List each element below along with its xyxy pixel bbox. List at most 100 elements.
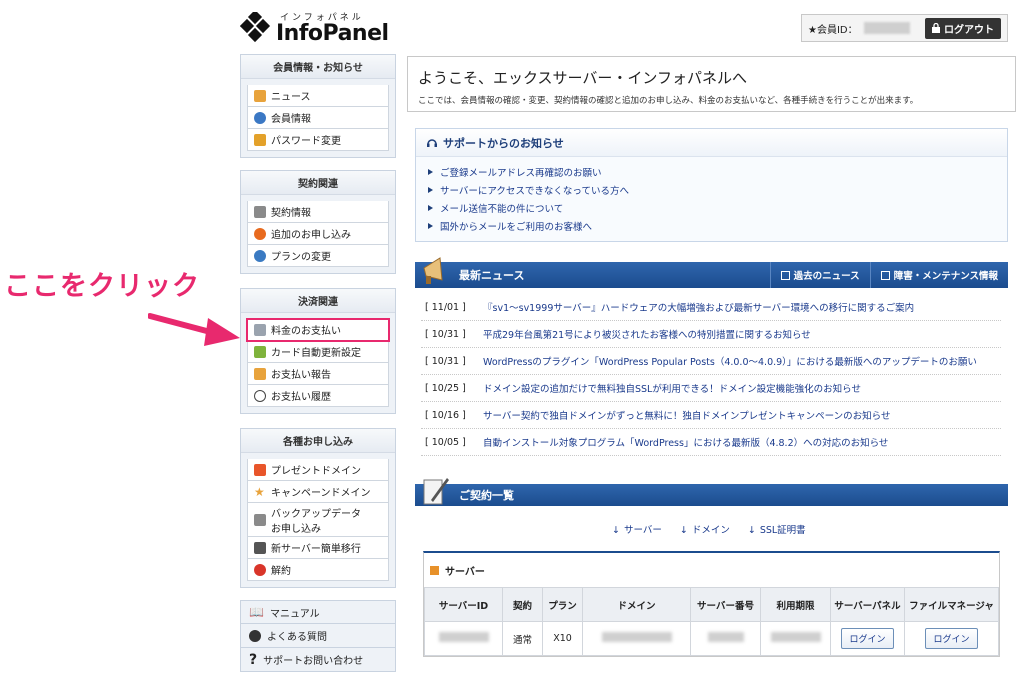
sidebar-group-title: 各種お申し込み bbox=[241, 429, 395, 453]
sidebar-item-manual[interactable]: 📖 マニュアル bbox=[240, 600, 396, 624]
anchor-link[interactable]: SSL証明書 bbox=[760, 525, 806, 536]
welcome-panel: ようこそ、エックスサーバー・インフォパネルへ ここでは、会員情報の確認・変更、契… bbox=[407, 56, 1016, 112]
server-contract-box: サーバー サーバーID 契約 プラン ドメイン サーバー番号 利用期限 サーバー… bbox=[423, 551, 1000, 657]
sidebar-item-campaign-domain[interactable]: ★ キャンペーンドメイン bbox=[247, 481, 389, 503]
anchor-ssl[interactable]: ↓ SSL証明書 bbox=[748, 522, 806, 536]
sidebar-bottom-links: 📖 マニュアル よくある質問 ? サポートお問い合わせ bbox=[240, 600, 396, 672]
cancel-circle-icon bbox=[254, 563, 266, 576]
news-row: [ 10/16 ] サーバー契約で独自ドメインがずっと無料に！独自ドメインプレゼン… bbox=[421, 402, 1001, 429]
sidebar-item-payment-history[interactable]: お支払い履歴 bbox=[247, 385, 389, 407]
sidebar-item-label: バックアップデータ お申し込み bbox=[271, 508, 361, 535]
column-header: 契約 bbox=[502, 587, 543, 622]
expiry-cell bbox=[760, 621, 831, 656]
sidebar-item-label: サポートお問い合わせ bbox=[263, 656, 364, 667]
book-icon: 📖 bbox=[249, 605, 264, 619]
support-title: サポートからのお知らせ bbox=[443, 136, 564, 150]
sidebar-item-label: キャンペーンドメイン bbox=[271, 488, 371, 499]
maintenance-info-link[interactable]: 障害・メンテナンス情報 bbox=[869, 262, 1008, 288]
sidebar-item-backup-order[interactable]: バックアップデータ お申し込み bbox=[247, 503, 389, 537]
news-date: [ 10/31 ] bbox=[425, 355, 466, 367]
sidebar-item-label: 料金のお支払い bbox=[271, 326, 341, 337]
news-header-bar: 最新ニュース 過去のニュース 障害・メンテナンス情報 bbox=[415, 262, 1008, 288]
server-title-text: サーバー bbox=[445, 566, 485, 578]
sidebar-item-plan-change[interactable]: プランの変更 bbox=[247, 245, 389, 267]
news-date: [ 11/01 ] bbox=[425, 301, 466, 313]
column-header: サーバーID bbox=[424, 587, 503, 622]
logo-mark-icon bbox=[240, 12, 271, 43]
sidebar-group-title: 会員情報・お知らせ bbox=[241, 55, 395, 79]
news-link[interactable]: 自動インストール対象プログラム「WordPress」における最新版（4.8.2）… bbox=[483, 435, 888, 449]
sidebar-item-cancel[interactable]: 解約 bbox=[247, 559, 389, 581]
sidebar-item-card-auto-renew[interactable]: カード自動更新設定 bbox=[247, 341, 389, 363]
support-link[interactable]: メール送信不能の件について bbox=[440, 201, 563, 215]
news-row: [ 11/01 ] 『sv1～sv1999サーバー』ハードウェアの大幅増強および最… bbox=[421, 294, 1001, 321]
sidebar-item-support-contact[interactable]: ? サポートお問い合わせ bbox=[240, 648, 396, 672]
news-link[interactable]: WordPressのプラグイン「WordPress Popular Posts（… bbox=[483, 354, 977, 368]
headset-icon bbox=[427, 138, 437, 147]
square-bullet-icon bbox=[430, 565, 439, 575]
sidebar-item-news[interactable]: ニュース bbox=[247, 85, 389, 107]
support-link[interactable]: ご登録メールアドレス再確認のお願い bbox=[440, 165, 602, 179]
column-header: サーバーパネル bbox=[830, 587, 905, 622]
refresh-icon bbox=[254, 249, 266, 262]
question-mark-icon: ? bbox=[249, 651, 258, 668]
column-header: サーバー番号 bbox=[690, 587, 761, 622]
support-link[interactable]: サーバーにアクセスできなくなっている方へ bbox=[440, 183, 629, 197]
gift-icon bbox=[254, 463, 266, 476]
window-icon bbox=[780, 270, 790, 280]
news-list: [ 11/01 ] 『sv1～sv1999サーバー』ハードウェアの大幅増強および最… bbox=[421, 294, 1001, 456]
logo-name: InfoPanel bbox=[276, 21, 389, 46]
sidebar-item-payment-report[interactable]: お支払い報告 bbox=[247, 363, 389, 385]
logout-button[interactable]: ログアウト bbox=[925, 17, 1001, 39]
lock-icon bbox=[932, 23, 940, 33]
anchor-link[interactable]: ドメイン bbox=[692, 525, 730, 536]
sidebar-group-payment: 決済関連 料金のお支払い カード自動更新設定 お支払い報告 お支払い履歴 bbox=[240, 288, 396, 414]
server-move-icon bbox=[254, 541, 266, 554]
sidebar-item-label: 追加のお申し込み bbox=[271, 230, 351, 241]
news-link[interactable]: 『sv1～sv1999サーバー』ハードウェアの大幅増強および最新サーバー環境への… bbox=[483, 300, 914, 314]
sidebar-item-label: よくある質問 bbox=[267, 632, 327, 643]
domain-cell bbox=[582, 621, 691, 656]
sidebar-item-member-info[interactable]: 会員情報 bbox=[247, 107, 389, 129]
anchor-domain[interactable]: ↓ ドメイン bbox=[680, 522, 730, 536]
triangle-bullet-icon bbox=[428, 205, 433, 211]
plus-circle-icon bbox=[254, 227, 266, 240]
sidebar-item-pay-fees[interactable]: 料金のお支払い bbox=[246, 318, 390, 342]
support-link[interactable]: 国外からメールをご利用のお客様へ bbox=[440, 219, 592, 233]
sidebar-item-label: マニュアル bbox=[269, 608, 320, 620]
infopanel-logo[interactable]: インフォパネル InfoPanel bbox=[240, 8, 390, 48]
file-manager-login-button[interactable]: ログイン bbox=[925, 628, 978, 649]
triangle-bullet-icon bbox=[428, 187, 433, 193]
contract-header-bar: ご契約一覧 bbox=[415, 484, 1008, 506]
column-header: ドメイン bbox=[582, 587, 691, 622]
sidebar-item-present-domain[interactable]: プレゼントドメイン bbox=[247, 459, 389, 481]
sidebar-item-faq[interactable]: よくある質問 bbox=[240, 624, 396, 648]
sidebar-item-server-migration[interactable]: 新サーバー簡単移行 bbox=[247, 537, 389, 559]
arrow-down-icon: ↓ bbox=[747, 525, 756, 536]
user-box: ★会員ID： ログアウト bbox=[801, 14, 1008, 42]
callout-arrow-icon bbox=[148, 313, 240, 346]
anchor-server[interactable]: ↓ サーバー bbox=[612, 522, 662, 536]
support-header: サポートからのお知らせ bbox=[416, 129, 1007, 157]
arrow-down-icon: ↓ bbox=[612, 525, 620, 536]
server-panel-login-button[interactable]: ログイン bbox=[841, 628, 894, 649]
news-link[interactable]: サーバー契約で独自ドメインがずっと無料に！独自ドメインプレゼントキャンペーンのお… bbox=[483, 408, 890, 422]
server-id-cell bbox=[424, 621, 503, 656]
past-news-link[interactable]: 過去のニュース bbox=[769, 262, 870, 288]
table-row: 通常 X10 ログイン ログイン bbox=[424, 621, 999, 656]
sidebar-item-label: お支払い報告 bbox=[271, 370, 331, 381]
triangle-bullet-icon bbox=[428, 169, 433, 175]
news-link[interactable]: 平成29年台風第21号により被災されたお客様への特別措置に関するお知らせ bbox=[483, 327, 811, 341]
anchor-link[interactable]: サーバー bbox=[624, 525, 662, 536]
support-link-item: ご登録メールアドレス再確認のお願い bbox=[428, 163, 995, 181]
sidebar-item-password[interactable]: パスワード変更 bbox=[247, 129, 389, 151]
news-row: [ 10/31 ] 平成29年台風第21号により被災されたお客様への特別措置に関す… bbox=[421, 321, 1001, 348]
contract-cell: 通常 bbox=[502, 621, 543, 656]
megaphone-icon bbox=[423, 257, 443, 284]
sidebar-item-additional-order[interactable]: 追加のお申し込み bbox=[247, 223, 389, 245]
sidebar-item-contract-info[interactable]: 契約情報 bbox=[247, 201, 389, 223]
news-link[interactable]: ドメイン設定の追加だけで無料独自SSLが利用できる！ドメイン設定機能強化のお知ら… bbox=[483, 381, 861, 395]
lock-icon bbox=[254, 133, 266, 146]
invoice-icon bbox=[254, 323, 266, 336]
server-panel-cell: ログイン bbox=[830, 621, 905, 656]
